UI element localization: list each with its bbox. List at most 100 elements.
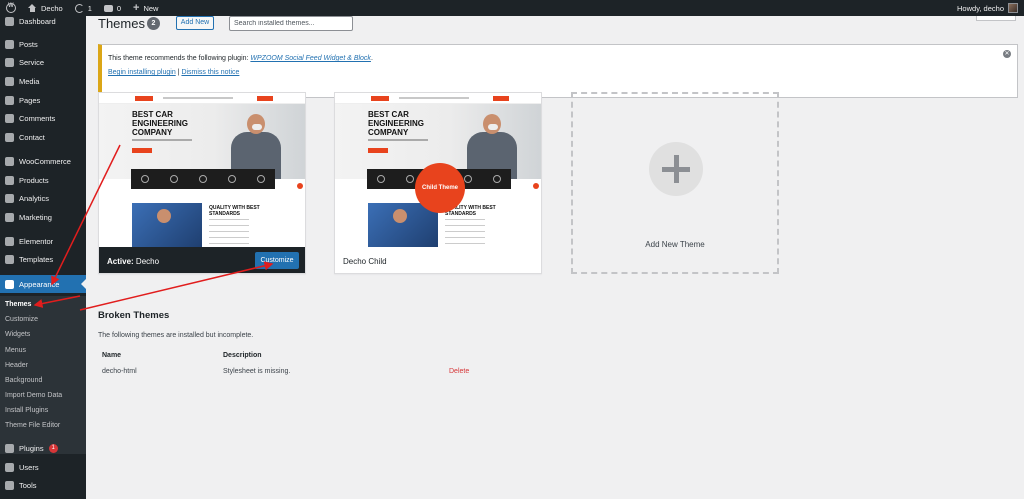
pages-icon	[5, 95, 14, 105]
column-header-name: Name	[102, 352, 122, 359]
notice-text: This theme recommends the following plug…	[108, 55, 251, 62]
pin-icon	[5, 39, 14, 49]
broken-themes-description: The following themes are installed but i…	[98, 332, 254, 339]
home-icon	[28, 4, 37, 12]
screenshot-feature-bar	[131, 169, 275, 189]
menu-plugins[interactable]: Plugins 1	[0, 439, 86, 457]
submenu-menus[interactable]: Menus	[5, 347, 26, 354]
theme-name: Decho Child	[343, 256, 387, 266]
menu-woocommerce[interactable]: WooCommerce	[0, 152, 86, 170]
menu-appearance[interactable]: Appearance	[0, 275, 86, 293]
theme-card-decho[interactable]: BEST CAR ENGINEERING COMPANY QUALITY WITH …	[98, 92, 306, 274]
menu-posts[interactable]: Posts	[0, 35, 86, 53]
menu-label: WooCommerce	[19, 156, 71, 166]
screenshot-header	[99, 93, 305, 104]
comments-count: 0	[116, 3, 122, 13]
submenu-widgets[interactable]: Widgets	[5, 331, 30, 338]
theme-footer: Decho Child	[335, 247, 541, 273]
menu-label: Products	[19, 175, 49, 185]
theme-screenshot[interactable]: BEST CAR ENGINEERING COMPANY QUALITY WITH …	[335, 93, 541, 247]
menu-marketing[interactable]: Marketing	[0, 208, 86, 226]
screenshot-nav	[399, 97, 469, 99]
broken-themes-title: Broken Themes	[98, 310, 170, 321]
menu-service[interactable]: Service	[0, 53, 86, 71]
delete-broken-theme-link[interactable]: Delete	[449, 368, 469, 375]
submenu-import-demo-data[interactable]: Import Demo Data	[5, 392, 62, 399]
screenshot-hero-button	[132, 148, 152, 153]
submenu-background[interactable]: Background	[5, 377, 42, 384]
menu-dashboard[interactable]: Dashboard	[0, 12, 86, 30]
screenshot-dot	[533, 183, 539, 189]
menu-label: Media	[19, 76, 40, 86]
menu-analytics[interactable]: Analytics	[0, 189, 86, 207]
menu-label: Templates	[19, 254, 54, 264]
comments-menu[interactable]: 0	[98, 0, 127, 16]
begin-installing-link[interactable]: Begin installing plugin	[108, 69, 176, 76]
media-icon	[5, 76, 14, 86]
mail-icon	[5, 132, 14, 142]
menu-label: Posts	[19, 39, 38, 49]
notice-actions: Begin installing plugin | Dismiss this n…	[108, 69, 239, 76]
account-menu[interactable]: Howdy, decho	[951, 0, 1024, 16]
brush-icon	[5, 279, 14, 289]
theme-card-decho-child[interactable]: BEST CAR ENGINEERING COMPANY QUALITY WITH …	[334, 92, 542, 274]
menu-label: Tools	[19, 480, 37, 490]
plus-icon: +	[133, 1, 140, 14]
screenshot-logo	[135, 96, 153, 101]
child-theme-badge: Child Theme	[415, 163, 465, 213]
add-new-theme-card[interactable]: Add New Theme	[571, 92, 779, 274]
new-label: New	[143, 3, 159, 13]
menu-label: Marketing	[19, 212, 52, 222]
search-themes-input[interactable]	[229, 16, 353, 31]
menu-products[interactable]: Products	[0, 171, 86, 189]
menu-users[interactable]: Users	[0, 458, 86, 476]
updates-count: 1	[87, 3, 92, 13]
submenu-header[interactable]: Header	[5, 362, 28, 369]
dismiss-notice-link[interactable]: Dismiss this notice	[181, 69, 239, 76]
menu-pages[interactable]: Pages	[0, 91, 86, 109]
submenu-themes[interactable]: Themes	[5, 301, 31, 308]
menu-comments[interactable]: Comments	[0, 109, 86, 127]
chart-icon	[5, 193, 14, 203]
woocommerce-icon	[5, 156, 14, 166]
archive-icon	[5, 175, 14, 185]
screenshot-list-lines	[445, 219, 485, 245]
screenshot-hero-button	[368, 148, 388, 153]
submenu-install-plugins[interactable]: Install Plugins	[5, 407, 48, 414]
theme-screenshot[interactable]: BEST CAR ENGINEERING COMPANY QUALITY WITH …	[99, 93, 305, 247]
add-new-button[interactable]: Add New	[176, 16, 214, 30]
plugin-recommendation-notice: This theme recommends the following plug…	[98, 44, 1018, 98]
admin-bar: Decho 1 0 +New Howdy, decho	[0, 0, 1024, 16]
menu-label: Contact	[19, 132, 45, 142]
admin-sidebar: Dashboard Posts Service Media Pages Comm…	[0, 16, 86, 499]
plugins-update-badge: 1	[48, 443, 58, 453]
close-icon[interactable]: ✕	[1003, 50, 1011, 58]
menu-label: Comments	[19, 113, 56, 123]
menu-templates[interactable]: Templates	[0, 250, 86, 268]
appearance-submenu: Themes Customize Widgets Menus Header Ba…	[0, 296, 86, 454]
howdy-text: Howdy, decho	[957, 3, 1004, 13]
menu-media[interactable]: Media	[0, 72, 86, 90]
menu-contact[interactable]: Contact	[0, 128, 86, 146]
comment-icon	[5, 113, 14, 123]
customize-button[interactable]: Customize	[255, 252, 299, 269]
screenshot-list-lines	[209, 219, 249, 245]
elementor-icon	[5, 236, 14, 246]
screenshot-hero-title: BEST CAR ENGINEERING COMPANY	[132, 110, 189, 137]
user-icon	[5, 462, 14, 472]
help-tab[interactable]	[976, 16, 1016, 21]
screenshot-dot	[297, 183, 303, 189]
menu-label: Service	[19, 57, 45, 67]
menu-label: Users	[19, 462, 39, 472]
new-content-menu[interactable]: + New	[127, 0, 164, 16]
menu-label: Plugins	[19, 443, 44, 453]
theme-name: Decho	[135, 256, 160, 266]
plugin-link[interactable]: WPZOOM Social Feed Widget & Block	[250, 55, 371, 62]
submenu-customize[interactable]: Customize	[5, 316, 38, 323]
wrench-icon	[5, 480, 14, 490]
menu-tools[interactable]: Tools	[0, 476, 86, 494]
menu-elementor[interactable]: Elementor	[0, 232, 86, 250]
notice-text-end: .	[370, 55, 373, 62]
menu-label: Pages	[19, 95, 41, 105]
submenu-theme-file-editor[interactable]: Theme File Editor	[5, 422, 60, 429]
